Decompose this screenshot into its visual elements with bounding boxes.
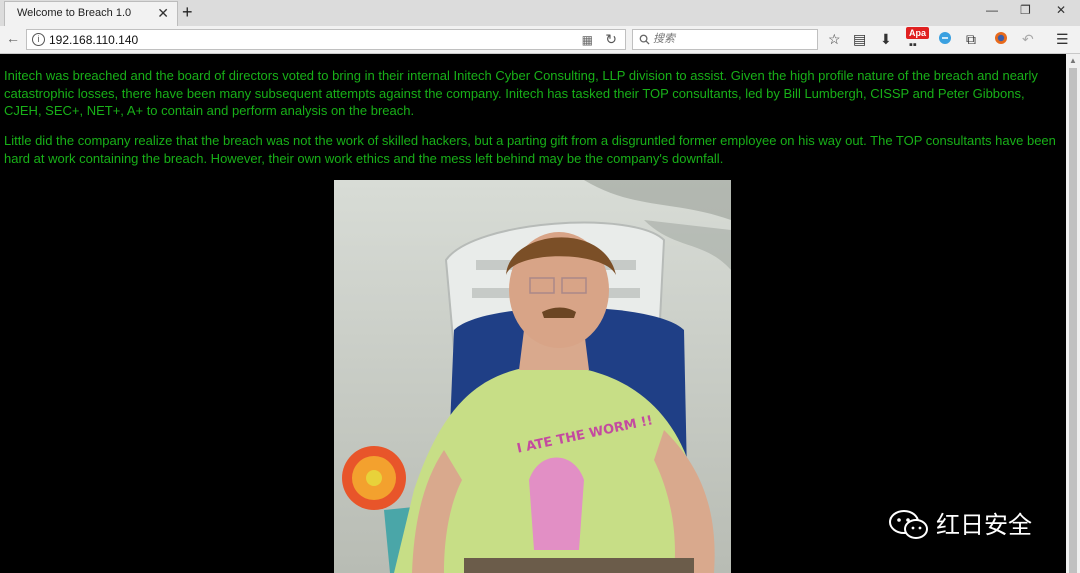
download-icon[interactable]: ⬇ — [880, 31, 892, 47]
search-icon — [639, 34, 650, 45]
minimize-button[interactable]: — — [986, 3, 998, 17]
reload-icon[interactable]: ↻ — [605, 31, 617, 48]
undo-icon[interactable]: ↶ — [1022, 31, 1034, 47]
tab-title: Welcome to Breach 1.0 — [17, 7, 132, 19]
close-window-button[interactable]: ✕ — [1056, 3, 1066, 17]
scroll-thumb[interactable] — [1069, 68, 1077, 573]
search-input[interactable] — [653, 32, 803, 46]
restore-button[interactable]: ❐ — [1020, 3, 1031, 17]
scroll-up-icon[interactable]: ▲ — [1069, 56, 1077, 65]
menu-icon[interactable]: ☰ — [1056, 31, 1069, 47]
firefox-icon[interactable] — [994, 31, 1008, 48]
intro-paragraph: Initech was breached and the board of di… — [4, 68, 1038, 118]
info-icon[interactable]: i — [32, 33, 45, 46]
milton-photo: I ATE THE WORM !! — [334, 180, 731, 573]
new-tab-button[interactable]: + — [182, 2, 193, 22]
extension-icon[interactable]: ▪▪ — [909, 37, 917, 53]
tab-bar: Welcome to Breach 1.0 ✕ + — ❐ ✕ — [0, 0, 1080, 26]
wechat-icon — [889, 510, 928, 539]
scrollbar[interactable]: ▲ — [1066, 54, 1080, 573]
story-paragraph: Little did the company realize that the … — [4, 133, 1056, 166]
tab-close-icon[interactable]: ✕ — [157, 5, 169, 21]
bookmark-star-icon[interactable]: ☆ — [828, 31, 841, 47]
back-button[interactable]: ← — [6, 30, 20, 46]
screenshot-icon[interactable]: ⧉ — [966, 31, 976, 47]
page-content: Initech was breached and the board of di… — [0, 54, 1066, 573]
reader-icon[interactable]: ▤ — [853, 31, 866, 47]
nav-bar: ← i 192.168.110.140 ▦ ↻ ☆ ▤ ⬇ Apa ▪▪ ⧉ ↶… — [0, 26, 1080, 54]
watermark-text: 红日安全 — [936, 511, 1032, 539]
tab-active[interactable]: Welcome to Breach 1.0 ✕ — [4, 1, 178, 26]
qr-code-icon[interactable]: ▦ — [582, 33, 593, 47]
sync-icon[interactable] — [938, 31, 952, 48]
url-text[interactable]: 192.168.110.140 — [49, 33, 138, 47]
search-bar[interactable] — [632, 29, 818, 50]
url-bar[interactable]: i 192.168.110.140 ▦ ↻ — [26, 29, 626, 50]
